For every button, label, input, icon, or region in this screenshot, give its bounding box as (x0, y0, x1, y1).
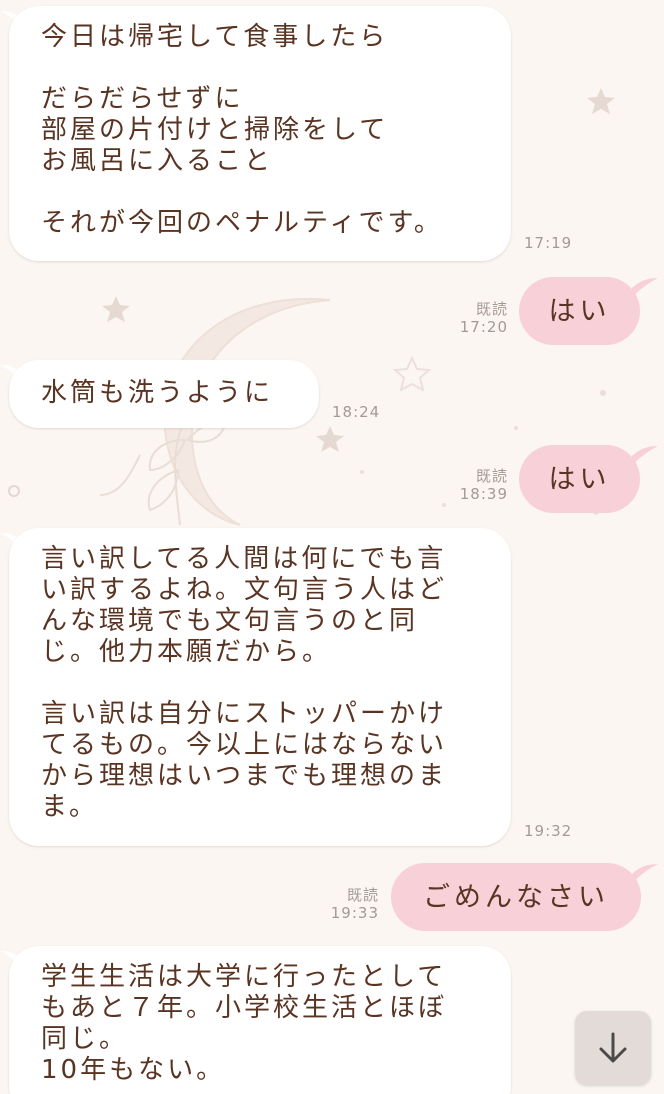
message-bubble-outgoing[interactable]: はい (519, 445, 640, 513)
message-time: 19:32 (524, 822, 573, 840)
message-time: 19:33 (330, 904, 379, 922)
message-bubble-incoming[interactable]: 今日は帰宅して食事したら だらだらせずに 部屋の片付けと掃除をして お風呂に入る… (9, 6, 511, 261)
message-bubble-incoming[interactable]: 学生生活は大学に行ったとして もあと７年。小学校生活とほぼ 同じ。 10年もない… (9, 946, 511, 1094)
outgoing-bubble-tail (632, 446, 658, 466)
message-meta: 既読 19:33 (311, 886, 379, 922)
message-time: 18:39 (459, 485, 508, 503)
arrow-down-icon (599, 1032, 627, 1063)
read-receipt: 既読 (475, 467, 508, 485)
scroll-to-bottom-button[interactable] (575, 1011, 651, 1085)
message-bubble-outgoing[interactable]: ごめんなさい (391, 863, 641, 931)
read-receipt: 既読 (346, 886, 379, 904)
message-meta: 既読 18:39 (440, 467, 508, 503)
message-bubble-outgoing[interactable]: はい (519, 277, 640, 345)
outgoing-bubble-tail (632, 864, 658, 884)
message-bubble-incoming[interactable]: 言い訳してる人間は何にでも言 い訳するよね。文句言う人はど んな環境でも文句言う… (9, 528, 511, 846)
outline-star-icon (392, 355, 432, 392)
message-time: 17:20 (459, 318, 508, 336)
message-bubble-incoming[interactable]: 水筒も洗うように (9, 360, 319, 428)
chat-screen: 今日は帰宅して食事したら だらだらせずに 部屋の片付けと掃除をして お風呂に入る… (0, 0, 664, 1094)
read-receipt: 既読 (475, 300, 508, 318)
message-time: 17:19 (524, 234, 573, 252)
leaf-branch-icon (99, 419, 227, 526)
outgoing-bubble-tail (632, 278, 658, 298)
message-time: 18:24 (332, 403, 381, 421)
message-meta: 既読 17:20 (440, 300, 508, 336)
